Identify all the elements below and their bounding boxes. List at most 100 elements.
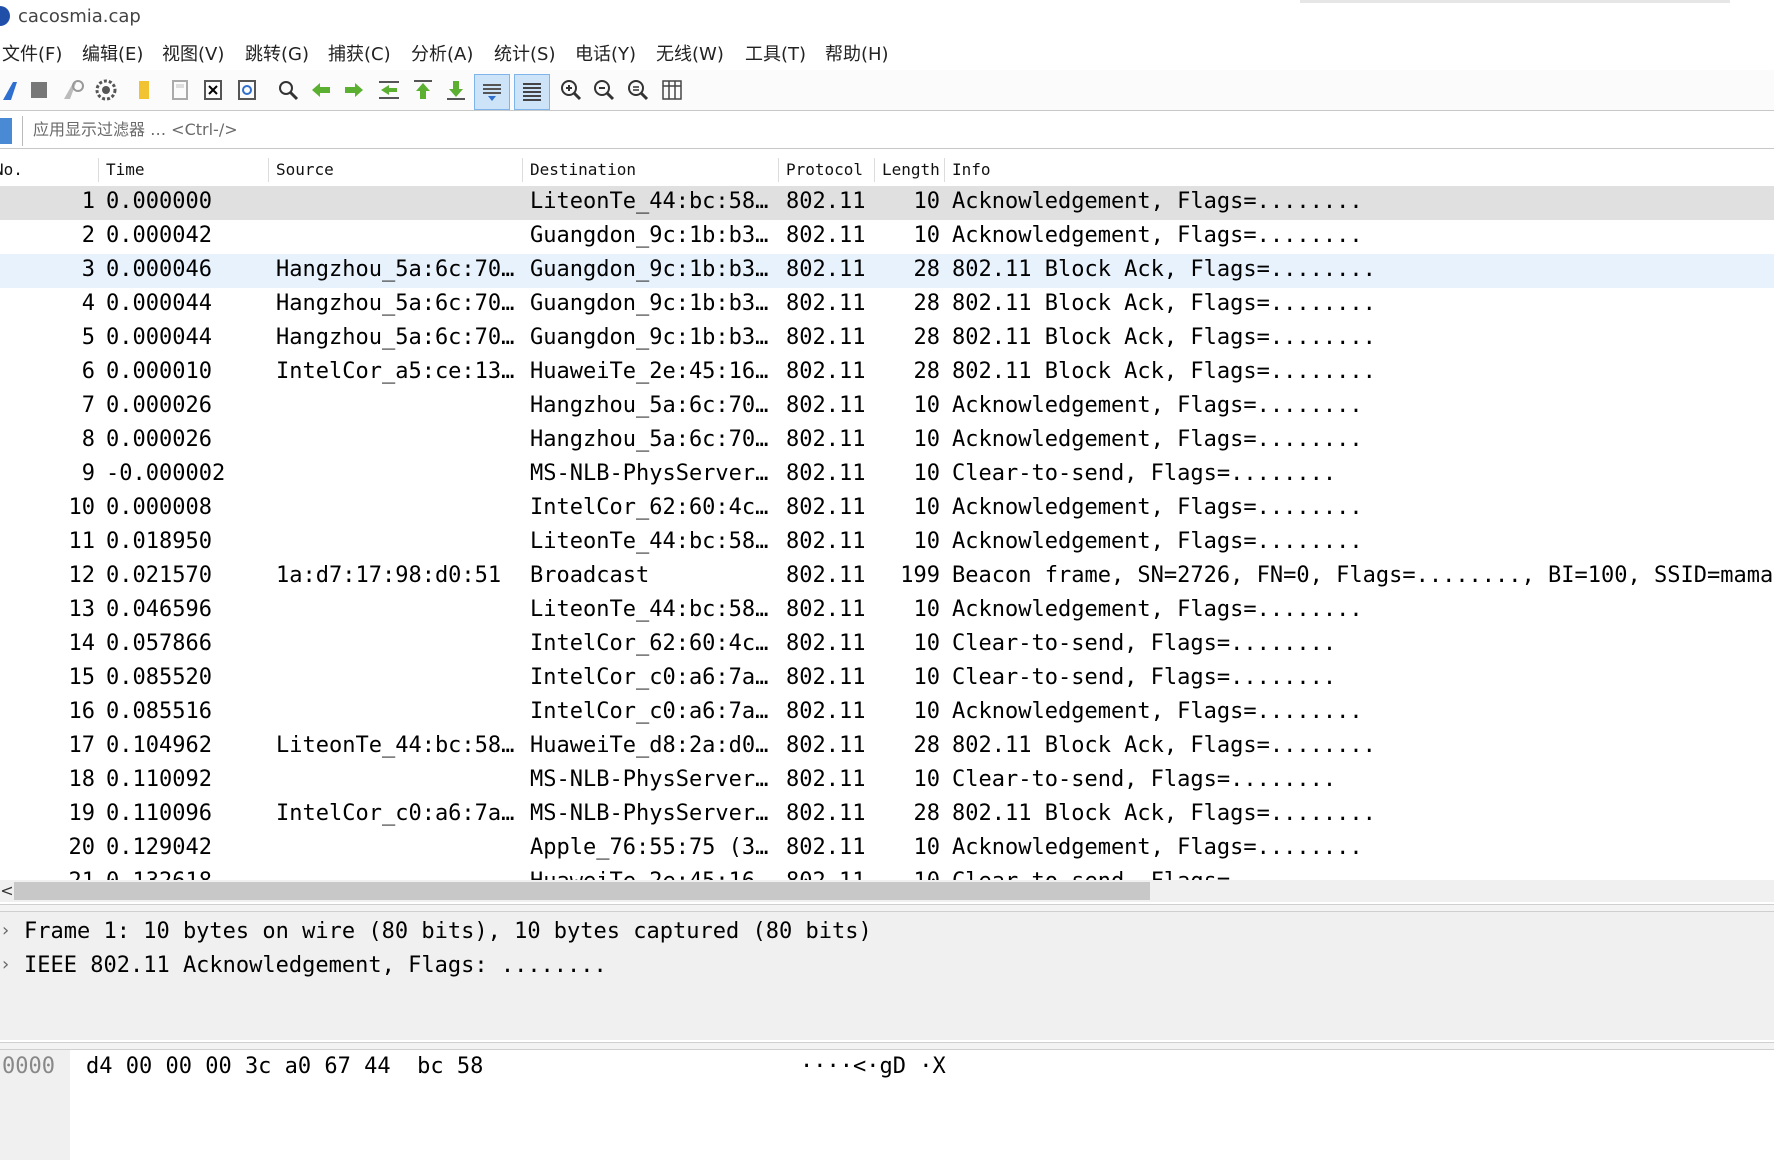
packet-protocol: 802.11 xyxy=(786,257,866,282)
start-capture-icon[interactable] xyxy=(0,77,26,103)
filter-bookmark-icon[interactable] xyxy=(0,118,12,144)
normal-size-icon[interactable] xyxy=(625,77,651,103)
scroll-left-arrow-icon[interactable]: < xyxy=(0,880,14,902)
packet-row[interactable]: 6 0.000010 IntelCor_a5:ce:13… HuaweiTe_2e:4… xyxy=(0,356,1774,390)
packet-row[interactable]: 9 -0.000002 MS-NLB-PhysServer… 802.11 10 Clea… xyxy=(0,458,1774,492)
display-filter-input[interactable] xyxy=(22,116,1772,146)
packet-protocol: 802.11 xyxy=(786,291,866,316)
packet-row[interactable]: 14 0.057866 IntelCor_62:60:4c… 802.11 10 Clea… xyxy=(0,628,1774,662)
reload-file-icon[interactable] xyxy=(234,77,260,103)
packet-no: 17 xyxy=(68,733,96,758)
packet-row[interactable]: 21 0.132618 HuaweiTe_2e:45:16… 802.1110 Clea… xyxy=(0,866,1774,880)
packet-destination: MS-NLB-PhysServer… xyxy=(530,801,769,826)
packet-protocol: 802.11 xyxy=(786,801,866,826)
packet-protocol: 802.11 xyxy=(786,665,866,690)
packet-no: 5 xyxy=(81,325,95,350)
packet-no: 2 xyxy=(81,223,95,248)
packet-row[interactable]: 12 0.021570 1a:d7:17:98:d0:51 Broadcast 802.… xyxy=(0,560,1774,594)
packet-destination: IntelCor_62:60:4c… xyxy=(530,631,769,656)
packet-row[interactable]: 16 0.085516 IntelCor_c0:a6:7a… 802.11 10 Ackn… xyxy=(0,696,1774,730)
packet-destination: IntelCor_c0:a6:7a… xyxy=(530,699,769,724)
bytes-hex[interactable]: d4 00 00 00 3c a0 67 44 bc 58 xyxy=(86,1054,483,1079)
expand-arrow-icon[interactable]: › xyxy=(0,954,11,975)
menu-file[interactable]: 文件(F) xyxy=(2,40,62,66)
go-back-arrow-icon[interactable] xyxy=(308,77,334,103)
restart-capture-icon[interactable] xyxy=(60,77,86,103)
packet-row[interactable]: 4 0.000044 Hangzhou_5a:6c:70… Guangdon_9c:1… xyxy=(0,288,1774,322)
stop-capture-icon[interactable] xyxy=(26,77,52,103)
packet-row[interactable]: 20 0.129042 Apple_76:55:75 (3… 802.11 10 Ackn… xyxy=(0,832,1774,866)
menu-analyze[interactable]: 分析(A) xyxy=(411,40,473,66)
column-header-time[interactable]: Time xyxy=(106,160,145,179)
packet-protocol: 802.11 xyxy=(786,597,866,622)
packet-row[interactable]: 10 0.000008 IntelCor_62:60:4c… 802.11 10 Ackn… xyxy=(0,492,1774,526)
packet-protocol: 802.11 xyxy=(786,223,866,248)
go-to-first-packet-icon[interactable] xyxy=(410,77,436,103)
column-header-length[interactable]: Length xyxy=(882,160,940,179)
column-header-info[interactable]: Info xyxy=(952,160,991,179)
packet-info: Clear-to-send, Flags=........ xyxy=(952,631,1337,656)
packet-no: 6 xyxy=(81,359,95,384)
packet-destination: Apple_76:55:75 (3… xyxy=(530,835,769,860)
open-file-icon[interactable] xyxy=(132,77,158,103)
packet-info: Clear-to-send, Flags=........ xyxy=(952,767,1337,792)
column-header-no[interactable]: No. xyxy=(0,160,23,179)
auto-scroll-icon[interactable] xyxy=(474,74,510,110)
menu-wireless[interactable]: 无线(W) xyxy=(656,40,724,66)
packet-length: 199 xyxy=(900,563,940,588)
detail-tree-item[interactable]: › IEEE 802.11 Acknowledgement, Flags: ..… xyxy=(0,950,1774,984)
resize-columns-icon[interactable] xyxy=(659,77,685,103)
packet-length: 28 xyxy=(913,359,941,384)
packet-time: 0.000008 xyxy=(106,495,212,520)
packet-row[interactable]: 8 0.000026 Hangzhou_5a:6c:70… 802.11 10 Ackno… xyxy=(0,424,1774,458)
detail-tree-item[interactable]: › Frame 1: 10 bytes on wire (80 bits), 1… xyxy=(0,916,1774,950)
packet-source: Hangzhou_5a:6c:70… xyxy=(276,257,515,282)
expand-arrow-icon[interactable]: › xyxy=(0,920,11,941)
menu-edit[interactable]: 编辑(E) xyxy=(82,40,143,66)
colorize-packet-list-icon[interactable] xyxy=(514,74,550,110)
packet-info: Acknowledgement, Flags=........ xyxy=(952,427,1363,452)
packet-protocol: 802.11 xyxy=(786,427,866,452)
capture-options-gear-icon[interactable] xyxy=(93,77,119,103)
packet-row[interactable]: 3 0.000046 Hangzhou_5a:6c:70… Guangdon_9c:1… xyxy=(0,254,1774,288)
packet-list-hscrollbar[interactable]: < xyxy=(0,880,1774,902)
packet-protocol: 802.11 xyxy=(786,359,866,384)
menu-view[interactable]: 视图(V) xyxy=(162,40,224,66)
save-file-icon[interactable] xyxy=(167,77,193,103)
column-header-destination[interactable]: Destination xyxy=(530,160,636,179)
packet-row[interactable]: 13 0.046596 LiteonTe_44:bc:58… 802.11 10 Ackn… xyxy=(0,594,1774,628)
bytes-ascii[interactable]: ····<·gD ·X xyxy=(800,1054,946,1079)
packet-length: 10 xyxy=(913,835,941,860)
packet-row[interactable]: 2 0.000042 Guangdon_9c:1b:b3… 802.11 10 Ackno… xyxy=(0,220,1774,254)
zoom-out-icon[interactable] xyxy=(591,77,617,103)
packet-time: -0.000002 xyxy=(106,461,226,486)
find-packet-icon[interactable] xyxy=(275,77,301,103)
go-forward-arrow-icon[interactable] xyxy=(341,77,367,103)
menu-help[interactable]: 帮助(H) xyxy=(825,40,889,66)
menu-telephony[interactable]: 电话(Y) xyxy=(575,40,636,66)
menu-capture[interactable]: 捕获(C) xyxy=(328,40,391,66)
packet-no: 4 xyxy=(81,291,95,316)
zoom-in-icon[interactable] xyxy=(558,77,584,103)
packet-no: 21 xyxy=(0,869,96,880)
packet-row[interactable]: 5 0.000044 Hangzhou_5a:6c:70… Guangdon_9c:1… xyxy=(0,322,1774,356)
packet-row[interactable]: 7 0.000026 Hangzhou_5a:6c:70… 802.11 10 Ackno… xyxy=(0,390,1774,424)
menu-go[interactable]: 跳转(G) xyxy=(245,40,309,66)
packet-row[interactable]: 11 0.018950 LiteonTe_44:bc:58… 802.11 10 Ackn… xyxy=(0,526,1774,560)
go-to-packet-icon[interactable] xyxy=(376,77,402,103)
packet-row[interactable]: 1 0.000000 LiteonTe_44:bc:58… 802.11 10 Ackno… xyxy=(0,186,1774,220)
packet-row[interactable]: 15 0.085520 IntelCor_c0:a6:7a… 802.11 10 Clea… xyxy=(0,662,1774,696)
pane-splitter[interactable] xyxy=(0,1042,1774,1050)
column-header-protocol[interactable]: Protocol xyxy=(786,160,863,179)
packet-length: 10 xyxy=(913,767,941,792)
column-header-source[interactable]: Source xyxy=(276,160,334,179)
pane-splitter[interactable] xyxy=(0,904,1774,912)
packet-row[interactable]: 17 0.104962 LiteonTe_44:bc:58… HuaweiTe_d8:… xyxy=(0,730,1774,764)
close-file-icon[interactable] xyxy=(200,77,226,103)
packet-row[interactable]: 18 0.110092 MS-NLB-PhysServer… 802.11 10 Clea… xyxy=(0,764,1774,798)
scrollbar-thumb[interactable] xyxy=(14,882,1150,900)
go-to-last-packet-icon[interactable] xyxy=(443,77,469,103)
menu-tools[interactable]: 工具(T) xyxy=(745,40,806,66)
menu-statistics[interactable]: 统计(S) xyxy=(494,40,555,66)
packet-row[interactable]: 19 0.110096 IntelCor_c0:a6:7a… MS-NLB-PhysS… xyxy=(0,798,1774,832)
